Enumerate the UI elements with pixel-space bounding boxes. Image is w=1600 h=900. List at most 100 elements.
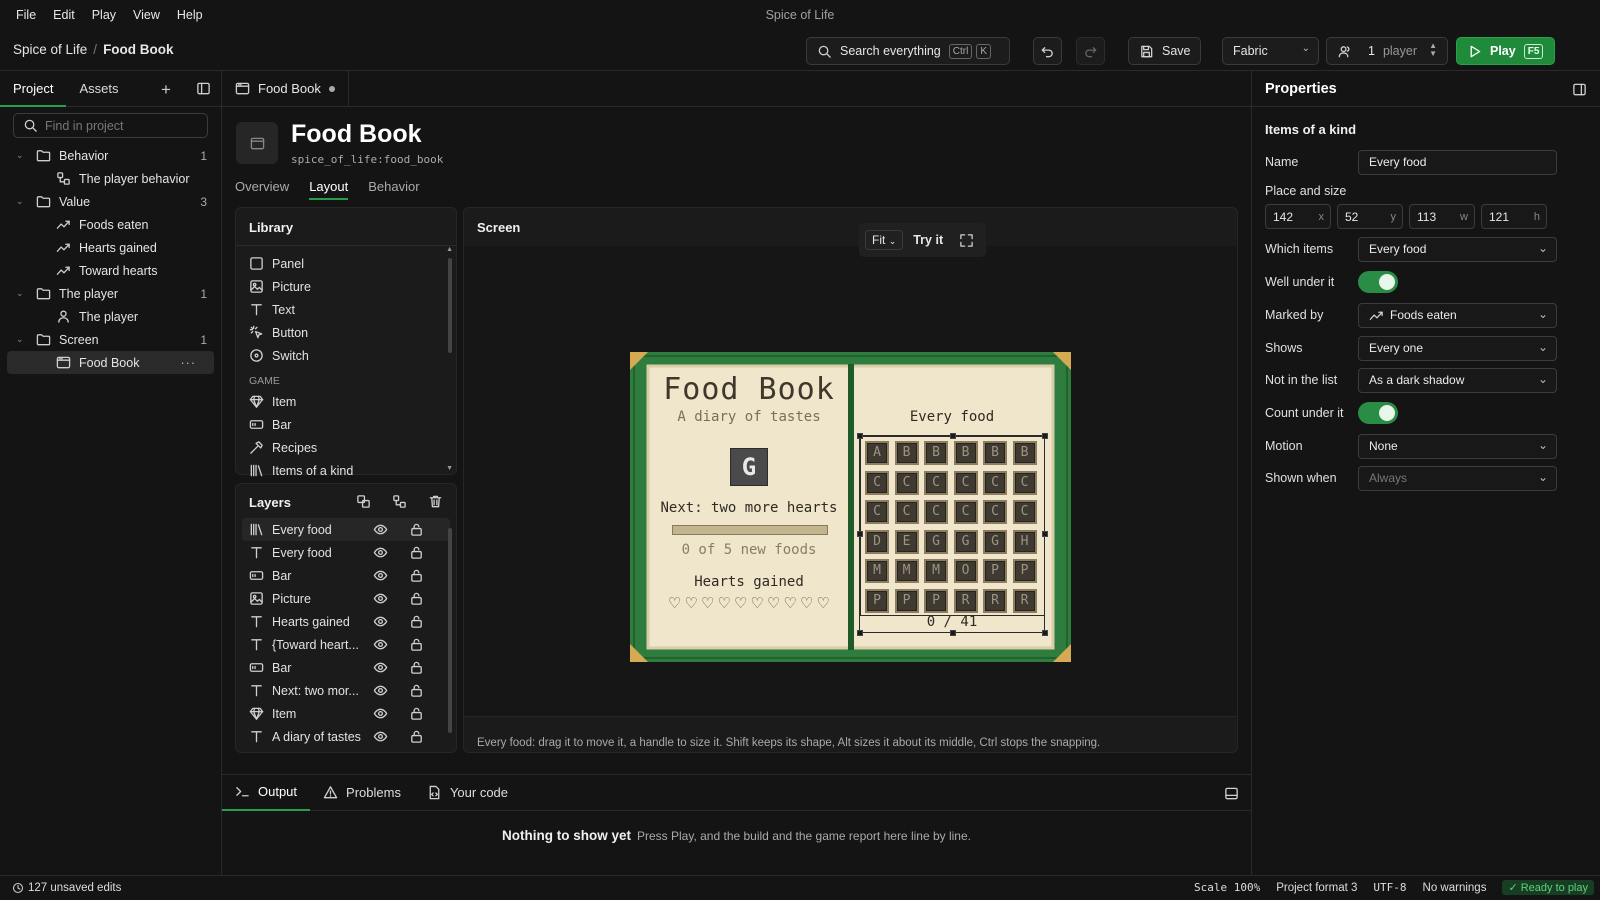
food-slot[interactable]: B	[924, 441, 948, 465]
food-slot[interactable]: E	[894, 529, 919, 554]
lock-icon[interactable]	[409, 683, 424, 698]
resize-handle[interactable]	[857, 630, 863, 636]
layer-row[interactable]: Bar	[236, 564, 456, 587]
food-slot[interactable]: H	[1012, 529, 1037, 554]
food-slot[interactable]: R	[1012, 588, 1037, 613]
menu-play[interactable]: Play	[92, 8, 116, 22]
food-slot[interactable]: B	[1012, 441, 1037, 465]
library-item-button[interactable]: Button	[236, 321, 456, 344]
food-slot[interactable]: G	[983, 529, 1007, 554]
status-warnings[interactable]: No warnings	[1423, 882, 1487, 894]
eye-icon[interactable]	[373, 522, 388, 537]
library-item-recipes[interactable]: Recipes	[236, 436, 456, 459]
food-slot[interactable]: B	[983, 441, 1007, 465]
h-field[interactable]: 121 h	[1481, 204, 1547, 229]
eye-icon[interactable]	[373, 614, 388, 629]
food-slot[interactable]: G	[953, 529, 978, 554]
layer-row[interactable]: Bar	[236, 656, 456, 679]
layer-row[interactable]: Every food	[236, 541, 456, 564]
which-items-select[interactable]: Every food ⌄	[1358, 236, 1557, 262]
resize-handle[interactable]	[1042, 531, 1048, 537]
food-slot[interactable]: C	[953, 500, 978, 524]
layer-row[interactable]: {Toward heart...	[236, 633, 456, 656]
resize-handle[interactable]	[950, 433, 956, 439]
loader-select[interactable]: Fabric ⌄	[1222, 37, 1319, 65]
scroll-up-icon[interactable]: ▲	[446, 246, 453, 253]
lock-icon[interactable]	[409, 591, 424, 606]
lock-icon[interactable]	[409, 522, 424, 537]
eye-icon[interactable]	[373, 637, 388, 652]
tree-folder-behavior[interactable]: ⌄ Behavior 1	[0, 144, 221, 167]
player-count-stepper[interactable]: 1 player ▲ ▼	[1326, 37, 1448, 65]
resize-handle[interactable]	[857, 433, 863, 439]
tree-item-player-behavior[interactable]: The player behavior	[0, 167, 221, 190]
tab-assets[interactable]: Assets	[66, 71, 131, 107]
lock-icon[interactable]	[409, 614, 424, 629]
food-slot[interactable]: C	[865, 500, 889, 524]
chevron-down-icon[interactable]: ⌄	[16, 334, 30, 345]
shown-when-select[interactable]: Always ⌄	[1358, 465, 1557, 491]
library-item-picture[interactable]: Picture	[236, 275, 456, 298]
food-slot[interactable]: P	[1012, 559, 1037, 583]
food-slot[interactable]: P	[983, 559, 1007, 583]
x-field[interactable]: 142 x	[1265, 204, 1331, 229]
food-slot[interactable]: A	[865, 441, 889, 465]
food-slot[interactable]: C	[894, 500, 919, 524]
panel-toggle-icon[interactable]	[1572, 82, 1587, 97]
food-slot[interactable]: B	[953, 441, 978, 465]
tab-your-code[interactable]: Your code	[414, 775, 521, 811]
tree-item-foods-eaten[interactable]: Foods eaten	[0, 213, 221, 236]
search-everything-button[interactable]: Search everything Ctrl K	[806, 37, 1010, 65]
lock-icon[interactable]	[409, 568, 424, 583]
group-layers-icon[interactable]	[356, 494, 371, 509]
lock-icon[interactable]	[409, 660, 424, 675]
menu-edit[interactable]: Edit	[53, 8, 75, 22]
eye-icon[interactable]	[373, 706, 388, 721]
resize-handle[interactable]	[1042, 630, 1048, 636]
scroll-down-icon[interactable]: ▼	[446, 465, 453, 472]
tree-folder-value[interactable]: ⌄ Value 3	[0, 190, 221, 213]
tree-item-hearts-gained[interactable]: Hearts gained	[0, 236, 221, 259]
food-slot[interactable]: P	[894, 588, 919, 613]
food-slot[interactable]: C	[894, 470, 919, 495]
more-icon[interactable]: ···	[181, 356, 197, 370]
layers-scrollbar[interactable]	[448, 528, 452, 733]
lock-icon[interactable]	[409, 706, 424, 721]
ungroup-layers-icon[interactable]	[392, 494, 407, 509]
save-button[interactable]: Save	[1128, 37, 1201, 65]
food-slot[interactable]: R	[953, 588, 978, 613]
tree-item-food-book[interactable]: Food Book ···	[7, 351, 214, 374]
tab-output[interactable]: Output	[222, 775, 311, 811]
find-in-project-input[interactable]: Find in project	[13, 113, 208, 138]
menu-file[interactable]: File	[16, 8, 36, 22]
library-item-switch[interactable]: Switch	[236, 344, 456, 367]
library-scrollbar[interactable]	[448, 258, 452, 353]
food-slot[interactable]: G	[924, 529, 948, 554]
lock-icon[interactable]	[409, 545, 424, 560]
food-slot[interactable]: C	[924, 470, 948, 495]
eye-icon[interactable]	[373, 568, 388, 583]
status-scale[interactable]: Scale 100%	[1194, 881, 1260, 894]
food-slot[interactable]: M	[894, 559, 919, 583]
name-field[interactable]: Every food	[1358, 149, 1557, 175]
eye-icon[interactable]	[373, 591, 388, 606]
food-slot[interactable]: D	[865, 529, 889, 554]
food-slot[interactable]: C	[983, 470, 1007, 495]
food-slot[interactable]: M	[924, 559, 948, 583]
food-slot[interactable]: P	[924, 588, 948, 613]
shows-select[interactable]: Every one ⌄	[1358, 335, 1557, 361]
eye-icon[interactable]	[373, 660, 388, 675]
lock-icon[interactable]	[409, 729, 424, 744]
tree-folder-player[interactable]: ⌄ The player 1	[0, 282, 221, 305]
tree-item-the-player[interactable]: The player	[0, 305, 221, 328]
tab-project[interactable]: Project	[0, 71, 67, 107]
eye-icon[interactable]	[373, 729, 388, 744]
tab-layout[interactable]: Layout	[309, 179, 349, 200]
tree-item-toward-hearts[interactable]: Toward hearts	[0, 259, 221, 282]
food-slot[interactable]: C	[1012, 500, 1037, 524]
resize-handle[interactable]	[1042, 433, 1048, 439]
eye-icon[interactable]	[373, 545, 388, 560]
menu-help[interactable]: Help	[177, 8, 203, 22]
w-field[interactable]: 113 w	[1409, 204, 1475, 229]
food-book-preview[interactable]: Food Book A diary of tastes G Next: two …	[630, 352, 1071, 662]
